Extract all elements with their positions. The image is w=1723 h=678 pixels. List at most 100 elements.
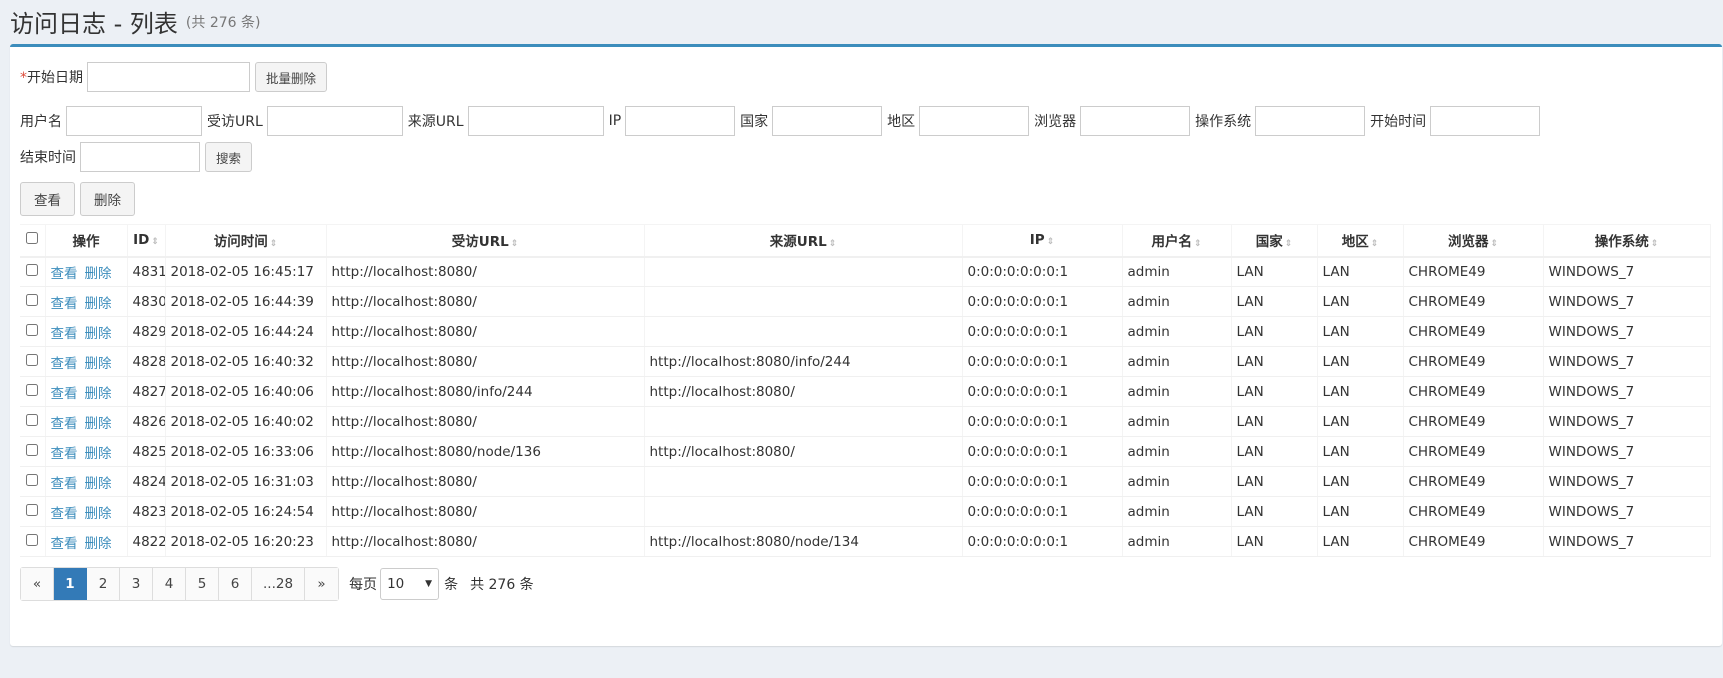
filter-input[interactable] [919, 106, 1030, 136]
row-checkbox[interactable] [26, 533, 39, 546]
page-button[interactable]: 5 [186, 568, 219, 600]
table-cell: 0:0:0:0:0:0:0:1 [962, 526, 1123, 557]
table-cell: http://localhost:8080/ [326, 406, 645, 437]
row-delete-link[interactable]: 删除 [85, 266, 112, 282]
row-view-link[interactable]: 查看 [51, 326, 78, 342]
table-cell: http://localhost:8080/node/134 [644, 526, 963, 557]
page-button[interactable]: 1 [54, 568, 87, 600]
column-header[interactable]: 浏览器 ⇕ [1403, 224, 1544, 258]
column-header[interactable]: 来源URL ⇕ [644, 224, 963, 258]
table-cell: LAN [1231, 526, 1318, 557]
row-view-link[interactable]: 查看 [51, 446, 78, 462]
search-button[interactable]: 搜索 [205, 142, 253, 172]
row-view-link[interactable]: 查看 [51, 476, 78, 492]
column-header[interactable]: 受访URL ⇕ [326, 224, 645, 258]
page-button[interactable]: ...28 [252, 568, 306, 600]
start-date-input[interactable] [87, 62, 250, 92]
row-checkbox[interactable] [26, 353, 39, 366]
row-delete-link[interactable]: 删除 [85, 476, 112, 492]
select-all-checkbox[interactable] [26, 232, 39, 245]
table-cell: WINDOWS_7 [1543, 526, 1711, 557]
table-row: 查看 删除 4826 2018-02-05 16:40:02 http://localh… [20, 406, 1711, 437]
row-checkbox[interactable] [26, 473, 39, 486]
page-button[interactable]: 3 [120, 568, 153, 600]
row-checkbox[interactable] [26, 383, 39, 396]
row-actions-cell: 查看 删除 [45, 316, 128, 347]
row-checkbox[interactable] [26, 323, 39, 336]
table-cell: CHROME49 [1403, 346, 1544, 377]
row-view-link[interactable]: 查看 [51, 506, 78, 522]
caret-down-icon: ▼ [425, 579, 433, 589]
row-delete-link[interactable]: 删除 [85, 356, 112, 372]
column-header-label: 受访URL [451, 234, 509, 251]
page-button[interactable]: 2 [87, 568, 120, 600]
column-header[interactable]: 用户名 ⇕ [1122, 224, 1232, 258]
page-button[interactable]: 4 [153, 568, 186, 600]
row-delete-link[interactable]: 删除 [85, 446, 112, 462]
filter-input[interactable] [772, 106, 883, 136]
table-cell: WINDOWS_7 [1543, 286, 1711, 317]
table-cell: 0:0:0:0:0:0:0:1 [962, 316, 1123, 347]
row-delete-link[interactable]: 删除 [85, 536, 112, 552]
column-header[interactable]: IP ⇕ [962, 224, 1123, 258]
filter-input[interactable] [1080, 106, 1191, 136]
sort-icon: ⇕ [1490, 239, 1499, 250]
row-view-link[interactable]: 查看 [51, 386, 78, 402]
table-row: 查看 删除 4828 2018-02-05 16:40:32 http://localh… [20, 346, 1711, 377]
row-view-link[interactable]: 查看 [51, 266, 78, 282]
row-actions-cell: 查看 删除 [45, 406, 128, 437]
table-cell: 0:0:0:0:0:0:0:1 [962, 376, 1123, 407]
row-delete-link[interactable]: 删除 [85, 326, 112, 342]
row-delete-link[interactable]: 删除 [85, 506, 112, 522]
table-cell: http://localhost:8080/ [326, 286, 645, 317]
filter-input[interactable] [66, 106, 202, 136]
table-cell: 0:0:0:0:0:0:0:1 [962, 286, 1123, 317]
table-cell: CHROME49 [1403, 466, 1544, 497]
table-cell: LAN [1317, 406, 1404, 437]
end-time-input[interactable] [80, 142, 200, 172]
filter-input[interactable] [1255, 106, 1366, 136]
row-checkbox[interactable] [26, 443, 39, 456]
page-button[interactable]: « [21, 568, 54, 600]
row-delete-link[interactable]: 删除 [85, 296, 112, 312]
table-cell [644, 496, 963, 527]
page-button[interactable]: » [305, 568, 339, 600]
column-header[interactable]: 国家 ⇕ [1231, 224, 1318, 258]
row-view-link[interactable]: 查看 [51, 356, 78, 372]
table-cell: LAN [1231, 496, 1318, 527]
filter-input[interactable] [266, 106, 403, 136]
table-cell: WINDOWS_7 [1543, 376, 1711, 407]
table-cell: http://localhost:8080/info/244 [326, 376, 645, 407]
batch-delete-button[interactable]: 批量删除 [255, 62, 328, 92]
page-button[interactable]: 6 [219, 568, 252, 600]
filter-input[interactable] [625, 106, 736, 136]
table-cell: 4830 [127, 286, 166, 317]
column-header-label: 国家 [1255, 234, 1283, 251]
table-row: 查看 删除 4831 2018-02-05 16:45:17 http://localh… [20, 256, 1711, 287]
row-checkbox[interactable] [26, 413, 39, 426]
row-view-link[interactable]: 查看 [51, 536, 78, 552]
column-header-label: ID [133, 232, 150, 249]
table-cell: admin [1122, 346, 1232, 377]
table-cell: 2018-02-05 16:44:24 [165, 316, 327, 347]
column-header[interactable]: 访问时间 ⇕ [165, 224, 327, 258]
column-header[interactable]: ID ⇕ [127, 224, 166, 258]
row-view-link[interactable]: 查看 [51, 296, 78, 312]
view-button[interactable]: 查看 [20, 182, 75, 216]
table-cell: 4822 [127, 526, 166, 557]
filter-input[interactable] [1430, 106, 1541, 136]
table-cell: LAN [1317, 466, 1404, 497]
row-checkbox[interactable] [26, 503, 39, 516]
column-header[interactable]: 操作系统 ⇕ [1543, 224, 1711, 258]
row-checkbox[interactable] [26, 263, 39, 276]
filter-input[interactable] [467, 106, 604, 136]
per-page-select[interactable]: 10 ▼ [380, 568, 440, 600]
row-view-link[interactable]: 查看 [51, 416, 78, 432]
column-header[interactable]: 地区 ⇕ [1317, 224, 1404, 258]
row-checkbox[interactable] [26, 293, 39, 306]
table-cell: 2018-02-05 16:31:03 [165, 466, 327, 497]
delete-button[interactable]: 删除 [80, 182, 135, 216]
row-delete-link[interactable]: 删除 [85, 416, 112, 432]
table-cell: http://localhost:8080/ [326, 466, 645, 497]
row-delete-link[interactable]: 删除 [85, 386, 112, 402]
